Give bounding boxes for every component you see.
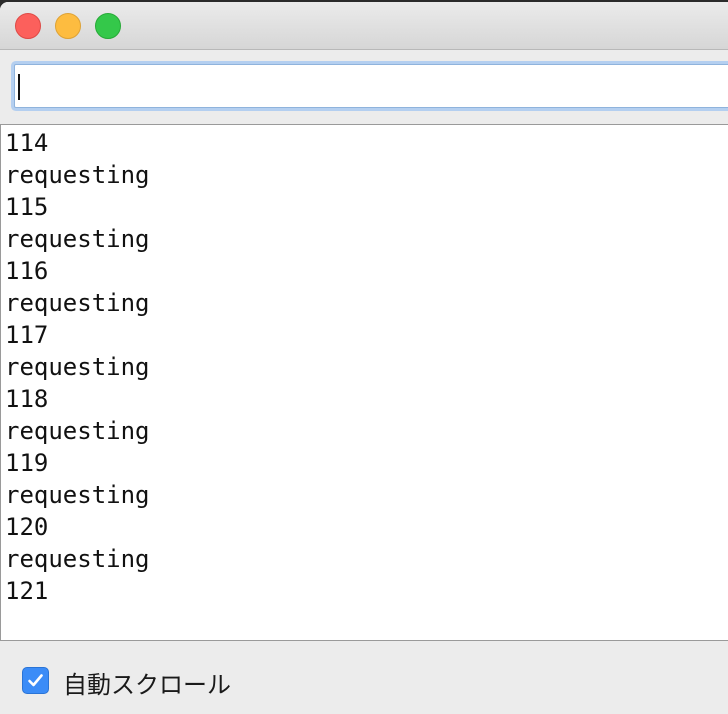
autoscroll-label[interactable]: 自動スクロール xyxy=(63,665,231,700)
output-line: requesting xyxy=(5,161,150,189)
send-input[interactable] xyxy=(14,64,728,108)
output-line: 118 xyxy=(5,385,49,413)
output-line: 119 xyxy=(5,449,49,477)
checkmark-icon xyxy=(28,674,43,687)
output-line: 120 xyxy=(5,513,49,541)
output-line: 116 xyxy=(5,257,49,285)
output-line: requesting xyxy=(5,481,150,509)
output-line: 121 xyxy=(5,577,49,605)
output-line: requesting xyxy=(5,417,150,445)
output-line: requesting xyxy=(5,225,150,253)
footer-bar: 自動スクロール xyxy=(0,641,728,714)
close-icon[interactable] xyxy=(15,13,41,39)
output-line: 114 xyxy=(5,129,49,157)
minimize-icon[interactable] xyxy=(55,13,81,39)
autoscroll-checkbox[interactable] xyxy=(22,667,49,694)
output-line: 117 xyxy=(5,321,49,349)
output-line: requesting xyxy=(5,353,150,381)
title-bar[interactable]: / xyxy=(0,2,728,50)
serial-output[interactable]: 114 requesting 115 requesting 116 reques… xyxy=(0,124,728,641)
serial-monitor-window: / 114 requesting 115 requesting 116 requ… xyxy=(0,2,728,714)
output-line: 115 xyxy=(5,193,49,221)
output-line: requesting xyxy=(5,289,150,317)
send-bar xyxy=(0,50,728,124)
zoom-icon[interactable] xyxy=(95,13,121,39)
text-caret xyxy=(18,74,20,100)
output-line: requesting xyxy=(5,545,150,573)
